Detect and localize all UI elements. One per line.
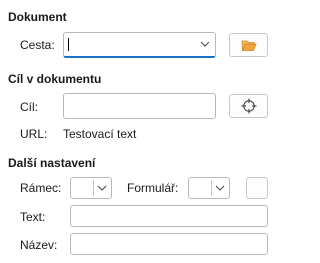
- target-picker-button[interactable]: [229, 94, 268, 118]
- chevron-down-icon: [215, 185, 224, 191]
- target-label: Cíl:: [20, 100, 38, 114]
- path-combobox[interactable]: [63, 32, 216, 58]
- browse-button[interactable]: [229, 33, 268, 57]
- path-dropdown-button[interactable]: [196, 34, 214, 54]
- frame-combobox[interactable]: [70, 177, 112, 199]
- document-heading: Dokument: [8, 10, 67, 24]
- target-heading: Cíl v dokumentu: [8, 72, 102, 86]
- path-label: Cesta:: [20, 38, 55, 52]
- crosshair-icon: [241, 98, 256, 114]
- url-label: URL:: [20, 127, 48, 141]
- text-caret: [68, 38, 69, 51]
- chevron-down-icon: [200, 41, 210, 47]
- name-label: Název:: [20, 238, 58, 252]
- frame-label: Rámec:: [20, 181, 62, 195]
- form-label: Formulář:: [127, 181, 179, 195]
- target-input[interactable]: [63, 93, 216, 119]
- text-label: Text:: [20, 210, 46, 224]
- name-input[interactable]: [70, 233, 268, 255]
- form-dropdown-button[interactable]: [211, 179, 228, 197]
- url-value: Testovací text: [63, 127, 137, 141]
- further-settings-heading: Další nastavení: [8, 156, 96, 170]
- text-input[interactable]: [70, 205, 268, 227]
- events-button[interactable]: [246, 177, 268, 199]
- chevron-down-icon: [97, 185, 106, 191]
- form-combobox[interactable]: [188, 177, 230, 199]
- folder-open-icon: [241, 40, 257, 51]
- frame-dropdown-button[interactable]: [93, 179, 110, 197]
